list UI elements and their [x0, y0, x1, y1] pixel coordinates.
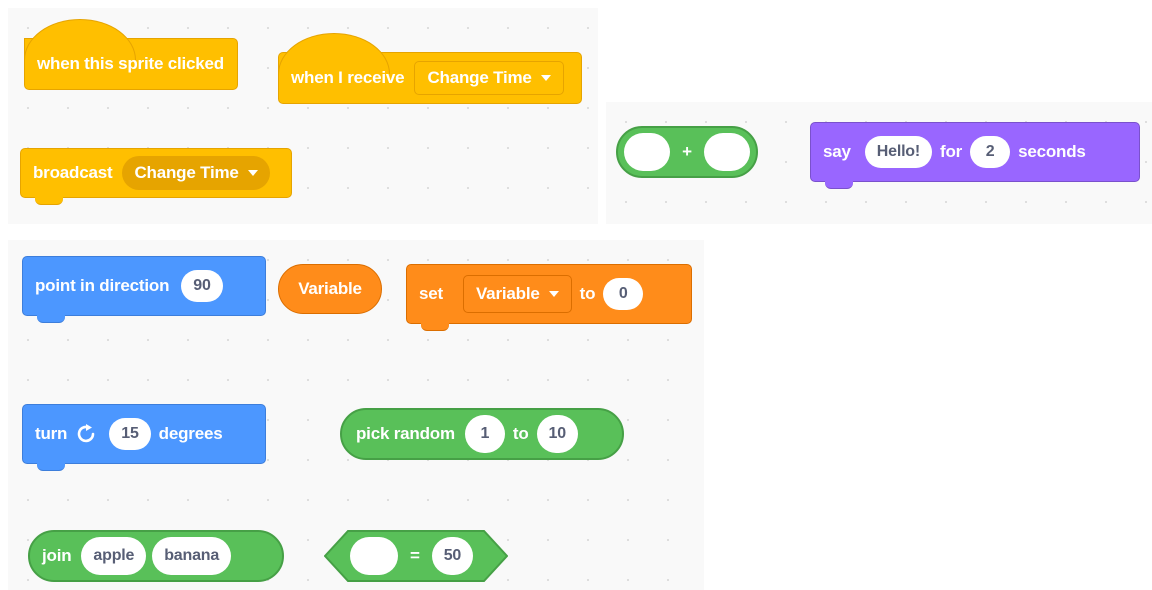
broadcast-block[interactable]: broadcast Change Time	[20, 148, 292, 205]
block-label: turn	[35, 424, 68, 443]
variable-dropdown[interactable]: Variable	[462, 275, 572, 313]
broadcast-dropdown[interactable]: Change Time	[122, 156, 270, 190]
block-label: to	[579, 284, 596, 303]
blocks-canvas: point in direction 90 Variable set Varia…	[8, 240, 704, 590]
set-variable-block[interactable]: set Variable to 0	[406, 264, 692, 331]
join-block[interactable]: join apple banana	[28, 530, 284, 582]
block-label: seconds	[1018, 142, 1086, 161]
degrees-input[interactable]: 15	[109, 418, 151, 450]
say-seconds-input[interactable]: 2	[970, 136, 1011, 168]
set-value-input[interactable]: 0	[603, 278, 644, 310]
chevron-down-icon	[540, 75, 551, 81]
block-label: pick random	[356, 424, 455, 443]
when-i-receive-block[interactable]: when I receive Change Time	[278, 33, 582, 104]
block-label: to	[512, 424, 529, 443]
chevron-down-icon	[548, 291, 559, 297]
variable-value: Variable	[475, 284, 540, 303]
join-first-input[interactable]: apple	[81, 537, 147, 575]
equals-left-input[interactable]	[350, 537, 398, 575]
rotate-clockwise-icon	[77, 424, 99, 444]
point-in-direction-block[interactable]: point in direction 90	[22, 256, 266, 323]
chevron-down-icon	[247, 170, 258, 176]
variable-reporter[interactable]: Variable	[278, 264, 382, 314]
turn-degrees-block[interactable]: turn 15 degrees	[22, 404, 266, 471]
when-sprite-clicked-block[interactable]: when this sprite clicked	[24, 19, 238, 90]
join-second-input[interactable]: banana	[152, 537, 232, 575]
add-left-input[interactable]	[624, 133, 670, 171]
block-label: join	[42, 546, 72, 565]
random-to-input[interactable]: 10	[536, 415, 578, 453]
say-for-secs-block[interactable]: say Hello! for 2 seconds	[810, 122, 1140, 189]
say-message-input[interactable]: Hello!	[864, 136, 933, 168]
plus-symbol: +	[682, 142, 692, 161]
block-label: set	[419, 284, 443, 303]
pick-random-block[interactable]: pick random 1 to 10	[340, 408, 624, 460]
block-label: point in direction	[35, 276, 170, 295]
events-canvas: when this sprite clicked when I receive …	[8, 8, 598, 224]
add-right-input[interactable]	[703, 133, 750, 171]
block-label: when I receive	[291, 68, 405, 87]
block-label: broadcast	[33, 163, 113, 182]
block-label: for	[940, 142, 963, 161]
message-dropdown[interactable]: Change Time	[414, 61, 564, 95]
equals-right-input[interactable]: 50	[431, 537, 474, 575]
block-label: when this sprite clicked	[37, 54, 224, 73]
variable-name: Variable	[298, 279, 362, 298]
direction-input[interactable]: 90	[181, 270, 223, 302]
equals-symbol: =	[410, 546, 420, 565]
looks-canvas: + say Hello! for 2 seconds	[606, 102, 1152, 224]
equals-block[interactable]: = 50	[324, 530, 508, 582]
random-from-input[interactable]: 1	[464, 415, 505, 453]
add-operator-block[interactable]: +	[616, 126, 758, 178]
message-value: Change Time	[134, 163, 239, 182]
message-value: Change Time	[427, 68, 532, 87]
block-label: degrees	[158, 424, 223, 443]
block-label: say	[823, 142, 851, 161]
